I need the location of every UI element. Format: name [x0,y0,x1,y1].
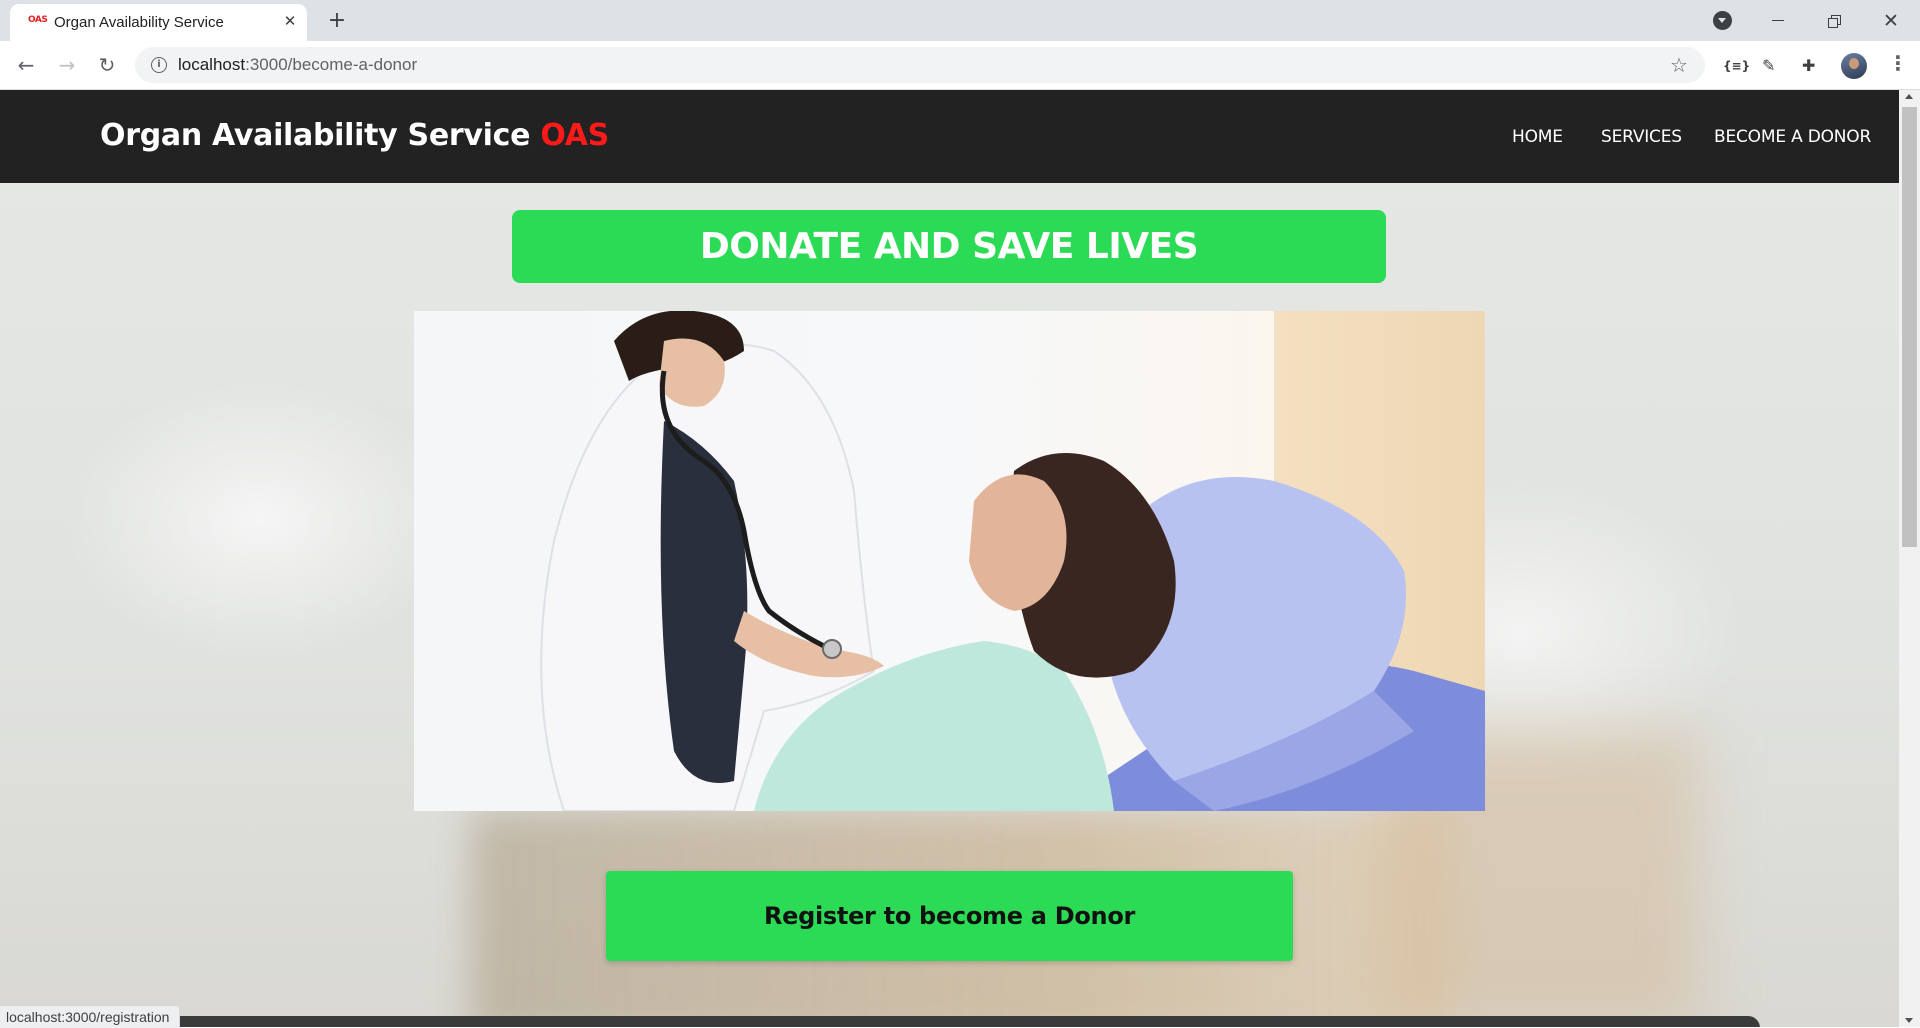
tab-search-icon[interactable] [1713,11,1732,30]
back-arrow-icon[interactable]: ← [12,51,40,79]
nav-home-link[interactable]: HOME [1512,127,1563,147]
address-url[interactable]: localhost:3000/become-a-donor [178,55,417,75]
scroll-down-arrow-icon[interactable] [1905,1018,1913,1023]
window-close-button[interactable]: ✕ [1863,0,1919,41]
url-path: :3000/become-a-donor [245,55,418,74]
nav-services-link[interactable]: SERVICES [1601,127,1682,147]
minimize-icon [1772,20,1784,21]
site-navbar: Organ Availability Service OAS HOME SERV… [0,90,1899,183]
window-close-icon: ✕ [1883,9,1899,32]
site-brand[interactable]: Organ Availability Service OAS [100,118,609,153]
address-bar[interactable]: i localhost:3000/become-a-donor ☆ [135,47,1705,83]
photo-illustration [540,311,1485,811]
brand-name: Organ Availability Service [100,118,531,153]
url-host: localhost [178,55,246,74]
scrollbar-thumb[interactable] [1902,107,1917,547]
nav-become-donor-link[interactable]: BECOME A DONOR [1714,127,1871,147]
reload-icon[interactable]: ↻ [93,51,121,79]
restore-icon [1828,14,1841,28]
window-minimize-button[interactable] [1750,0,1806,41]
register-donor-button[interactable]: Register to become a Donor [606,871,1293,961]
stethoscope-chestpiece [822,639,842,659]
page-scrollbar[interactable] [1899,90,1920,1027]
browser-menu-kebab-icon[interactable]: ⋮ [1888,51,1908,75]
json-viewer-extension-icon[interactable]: {≡} [1723,59,1750,73]
doctor-patient-photo [414,311,1485,811]
window-restore-button[interactable] [1806,0,1862,41]
tab-favicon: OAS [28,15,48,25]
bookmark-star-icon[interactable]: ☆ [1670,53,1688,77]
donate-headline-banner: DONATE AND SAVE LIVES [512,210,1386,283]
scroll-up-arrow-icon[interactable] [1905,94,1913,99]
forward-arrow-icon[interactable]: → [53,51,81,79]
close-icon[interactable]: ✕ [280,10,300,32]
link-status-bubble: localhost:3000/registration [0,1005,181,1028]
brand-accent: OAS [540,118,609,153]
browser-tab-strip: OAS Organ Availability Service ✕ + ✕ [0,0,1920,41]
tab-title: Organ Availability Service [54,14,224,31]
extensions-puzzle-icon[interactable]: ✚ [1802,56,1815,75]
browser-toolbar: ← → ↻ i localhost:3000/become-a-donor ☆ … [0,41,1920,90]
page-viewport: Organ Availability Service OAS HOME SERV… [0,90,1899,1027]
browser-tab[interactable]: OAS Organ Availability Service ✕ [10,4,307,41]
profile-avatar[interactable] [1841,53,1867,79]
footer-edge [0,1016,1760,1027]
site-info-icon[interactable]: i [151,57,167,73]
new-tab-plus-icon[interactable]: + [325,8,349,34]
eyedropper-extension-icon[interactable]: ✎ [1762,56,1775,75]
